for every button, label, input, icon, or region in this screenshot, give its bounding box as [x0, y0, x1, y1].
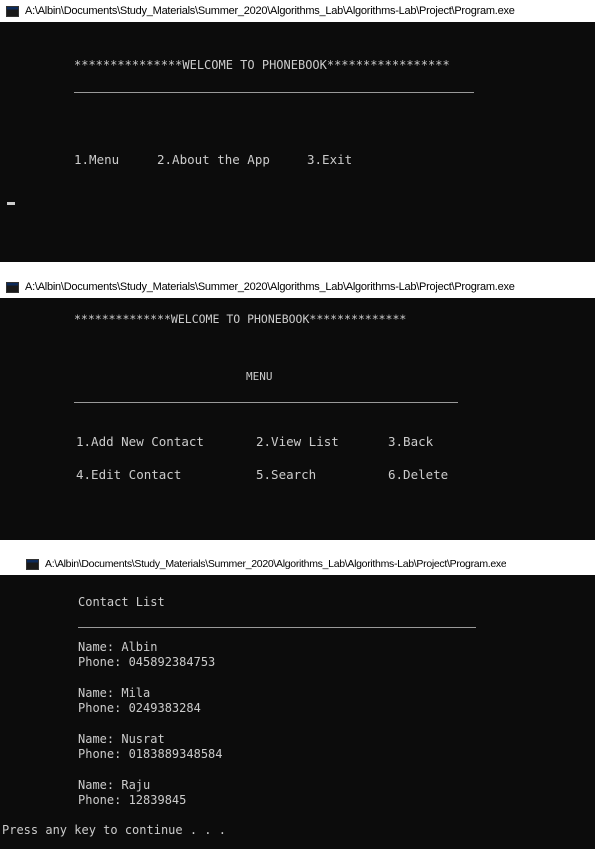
continue-prompt: Press any key to continue . . . — [2, 823, 226, 837]
contact-phone: Phone: 045892384753 — [78, 655, 216, 669]
welcome-banner: ***************WELCOME TO PHONEBOOK*****… — [74, 58, 450, 72]
contact-phone: Phone: 0249383284 — [78, 701, 201, 715]
contact-name: Name: Raju — [78, 778, 151, 792]
welcome-banner: **************WELCOME TO PHONEBOOK******… — [74, 312, 407, 326]
text-cursor — [7, 202, 15, 205]
console-app-icon — [6, 5, 19, 17]
menu-option-edit-contact: 4.Edit Contact — [76, 467, 182, 482]
contact-name: Name: Mila — [78, 686, 151, 700]
console-window-welcome: A:\Albin\Documents\Study_Materials\Summe… — [0, 0, 595, 262]
window-titlebar[interactable]: A:\Albin\Documents\Study_Materials\Summe… — [0, 553, 595, 575]
menu-option-back: 3.Back — [388, 434, 434, 449]
menu-option-about: 2.About the App — [157, 152, 270, 167]
menu-option-view-list: 2.View List — [256, 434, 339, 449]
contact-name: Name: Nusrat — [78, 732, 165, 746]
console-window-contact-list: A:\Albin\Documents\Study_Materials\Summe… — [0, 553, 595, 849]
menu-option-menu: 1.Menu — [74, 152, 120, 167]
menu-option-add-contact: 1.Add New Contact — [76, 434, 204, 449]
menu-option-delete: 6.Delete — [388, 467, 449, 482]
window-titlebar[interactable]: A:\Albin\Documents\Study_Materials\Summe… — [0, 0, 595, 22]
contact-list-underline — [78, 627, 476, 628]
menu-heading: MENU — [246, 370, 273, 383]
contact-name: Name: Albin — [78, 640, 158, 654]
menu-underline — [74, 402, 458, 403]
window-title: A:\Albin\Documents\Study_Materials\Summe… — [25, 5, 515, 17]
window-title: A:\Albin\Documents\Study_Materials\Summe… — [25, 281, 515, 293]
window-titlebar[interactable]: A:\Albin\Documents\Study_Materials\Summe… — [0, 276, 595, 298]
console-app-icon — [6, 281, 19, 293]
contact-phone: Phone: 12839845 — [78, 793, 187, 807]
console-window-menu: A:\Albin\Documents\Study_Materials\Summe… — [0, 276, 595, 540]
contact-phone: Phone: 0183889348584 — [78, 747, 223, 761]
window-title: A:\Albin\Documents\Study_Materials\Summe… — [45, 558, 507, 570]
contact-list-heading: Contact List — [78, 595, 165, 609]
menu-option-search: 5.Search — [256, 467, 317, 482]
menu-option-exit: 3.Exit — [307, 152, 353, 167]
console-app-icon — [26, 558, 39, 570]
banner-underline — [74, 92, 474, 93]
